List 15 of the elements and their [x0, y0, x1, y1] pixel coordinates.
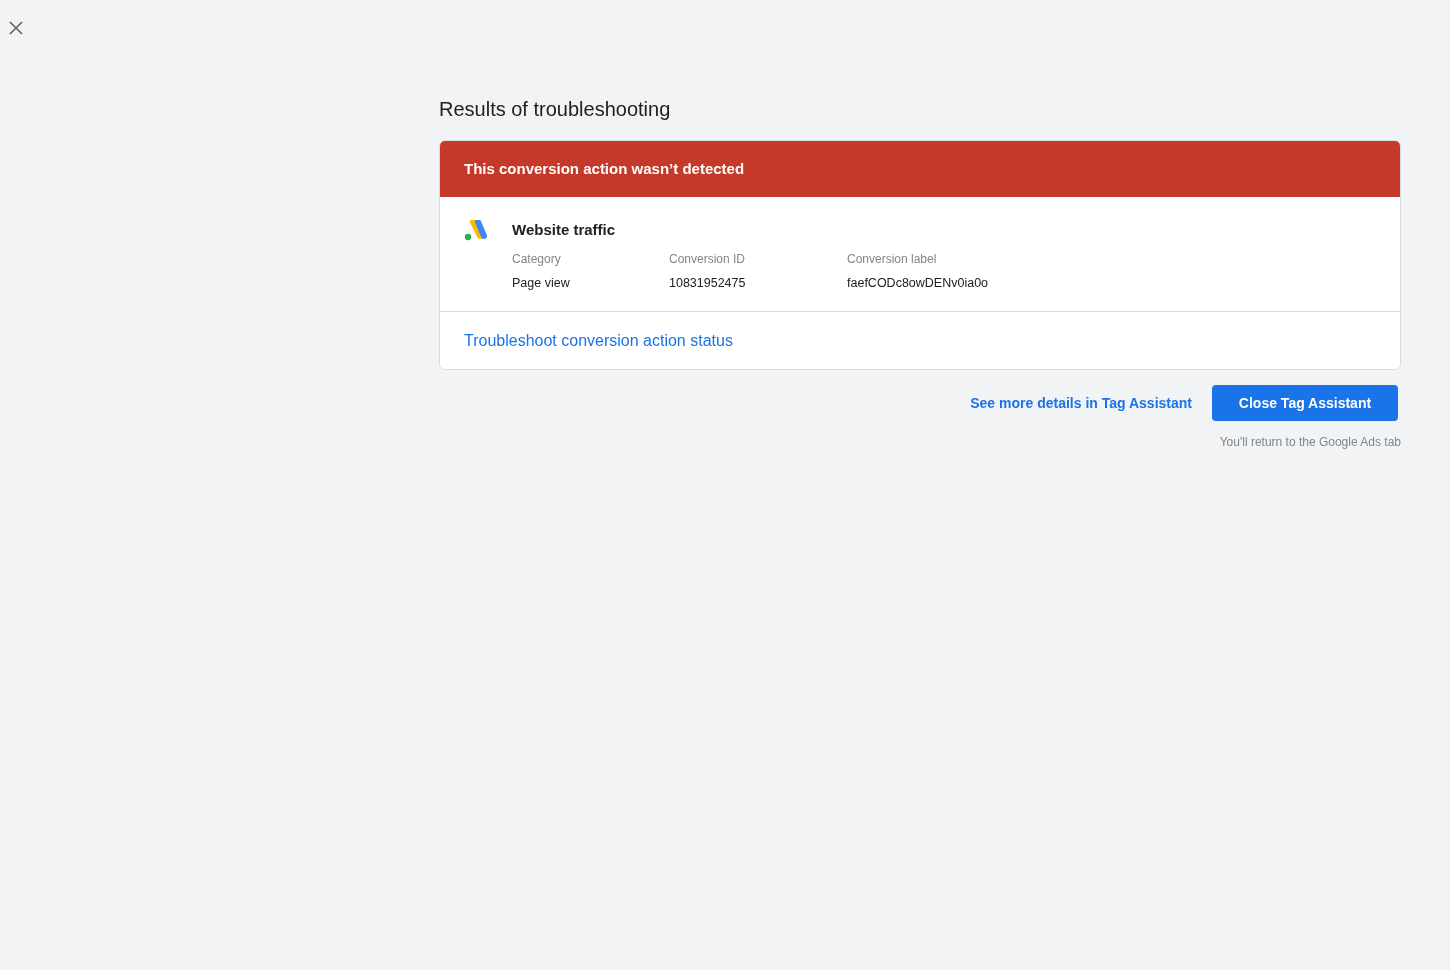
field-value: Page view: [512, 275, 571, 291]
action-name: Website traffic: [512, 220, 617, 240]
close-tag-assistant-button[interactable]: Close Tag Assistant: [1212, 385, 1398, 421]
details-link[interactable]: See more details in Tag Assistant: [970, 392, 1192, 414]
troubleshoot-link[interactable]: Troubleshoot conversion action status: [464, 328, 733, 353]
status-banner: This conversion action wasn’t detected: [440, 141, 1400, 197]
field-label: Conversion label: [847, 251, 938, 267]
field-value: faefCODc8owDENv0ia0o: [847, 275, 990, 291]
field-value: 10831952475: [669, 275, 747, 291]
close-icon: [8, 20, 24, 36]
page-title: Results of troubleshooting: [439, 97, 672, 122]
ads-logo-icon: [464, 220, 488, 242]
field-label: Conversion ID: [669, 251, 747, 267]
return-note: You'll return to the Google Ads tab: [1219, 434, 1401, 451]
field-label: Category: [512, 251, 562, 267]
